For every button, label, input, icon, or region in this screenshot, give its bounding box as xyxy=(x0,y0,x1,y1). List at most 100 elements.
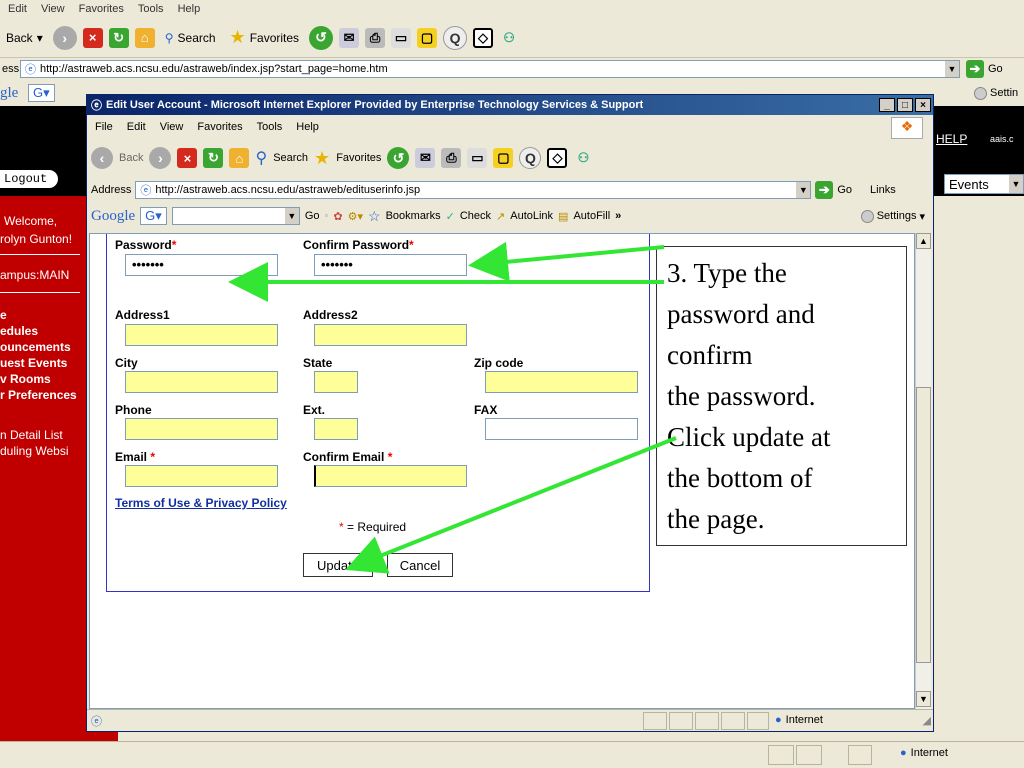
popup-menu-edit[interactable]: Edit xyxy=(127,121,146,133)
sidebar-item-user-preferences[interactable]: r Preferences xyxy=(0,388,77,402)
sidebar-item-scheduling-website[interactable]: duling Websi xyxy=(0,444,68,458)
fax-input[interactable] xyxy=(485,418,638,440)
outer-settings-button[interactable]: Settin xyxy=(974,86,1018,100)
address2-input[interactable] xyxy=(314,324,467,346)
terms-privacy-link[interactable]: Terms of Use & Privacy Policy xyxy=(115,496,287,510)
outer-menu-help[interactable]: Help xyxy=(178,3,201,15)
refresh-icon[interactable]: ↻ xyxy=(108,27,129,48)
help-link[interactable]: HELP xyxy=(936,132,967,146)
minimize-button[interactable]: _ xyxy=(879,98,895,112)
phone-input[interactable] xyxy=(125,418,278,440)
popup-search-icon[interactable]: ⚲ xyxy=(255,148,267,168)
folder-icon[interactable]: ▢ xyxy=(417,27,438,48)
popup-back-icon[interactable]: ‹ xyxy=(91,147,113,169)
resize-grip-icon[interactable]: ◢ xyxy=(923,714,931,727)
confirm-email-input[interactable] xyxy=(314,465,467,487)
page-scrollbar[interactable]: ▲ ▼ xyxy=(915,233,931,709)
email-input[interactable] xyxy=(125,465,278,487)
mail-icon[interactable]: ✉ xyxy=(339,27,360,48)
popup-links-label[interactable]: Links xyxy=(870,184,896,196)
outer-address-input[interactable]: ⓔ http://astraweb.acs.ncsu.edu/astraweb/… xyxy=(20,60,960,78)
cancel-button[interactable]: Cancel xyxy=(387,553,453,577)
popup-menu-tools[interactable]: Tools xyxy=(257,121,283,133)
home-icon[interactable]: ⌂ xyxy=(134,27,155,48)
popup-go-label[interactable]: Go xyxy=(837,184,852,196)
popup-people-icon[interactable]: ⚇ xyxy=(573,148,593,168)
messenger-icon[interactable]: Q xyxy=(443,25,468,50)
scroll-thumb[interactable] xyxy=(916,387,931,663)
popup-refresh-icon[interactable]: ↻ xyxy=(203,148,224,168)
sidebar-item-schedules[interactable]: edules xyxy=(0,324,38,338)
history-icon[interactable]: ↺ xyxy=(309,25,334,50)
popup-address-input[interactable]: ⓔ http://astraweb.acs.ncsu.edu/astraweb/… xyxy=(135,181,812,199)
outer-address-dropdown-icon[interactable]: ▼ xyxy=(945,61,959,77)
popup-folder-icon[interactable]: ▢ xyxy=(493,148,514,168)
password-input[interactable]: ••••••• xyxy=(125,254,278,276)
outer-google-g-icon[interactable]: G▾ xyxy=(28,84,55,102)
popup-research-icon[interactable]: ◇ xyxy=(547,148,568,168)
google-bookmarks-button[interactable]: Bookmarks xyxy=(386,210,441,222)
outer-go-icon[interactable]: ➔ xyxy=(966,60,984,78)
print-icon[interactable]: ⎙ xyxy=(365,27,386,48)
zip-code-input[interactable] xyxy=(485,371,638,393)
scroll-up-icon[interactable]: ▲ xyxy=(916,233,931,249)
outer-menu-view[interactable]: View xyxy=(41,3,65,15)
popup-messenger-icon[interactable]: Q xyxy=(519,147,542,169)
popup-search-label[interactable]: Search xyxy=(273,152,308,164)
google-check-button[interactable]: Check xyxy=(460,210,491,222)
outer-favorites-button[interactable]: ★ Favorites xyxy=(226,23,304,53)
popup-menu-file[interactable]: File xyxy=(95,121,113,133)
popup-blocker-icon[interactable]: ✿ xyxy=(333,210,342,223)
outer-go-label[interactable]: Go xyxy=(988,63,1003,75)
google-search-input[interactable]: ▼ xyxy=(171,207,300,225)
popup-favorites-label[interactable]: Favorites xyxy=(336,152,381,164)
address1-input[interactable] xyxy=(125,324,278,346)
more-chevron-icon[interactable]: » xyxy=(615,210,621,222)
sidebar-item-request-events[interactable]: uest Events xyxy=(0,356,67,370)
popup-home-icon[interactable]: ⌂ xyxy=(229,148,250,168)
logout-button[interactable]: Logout xyxy=(0,170,58,188)
popup-menu-view[interactable]: View xyxy=(160,121,184,133)
popup-mail-icon[interactable]: ✉ xyxy=(415,148,436,168)
popup-star-icon[interactable]: ★ xyxy=(314,148,330,169)
people-icon[interactable]: ⚇ xyxy=(499,28,519,48)
google-settings-button[interactable]: Settings ▾ xyxy=(860,209,925,223)
outer-menu-tools[interactable]: Tools xyxy=(138,3,164,15)
maximize-button[interactable]: □ xyxy=(897,98,913,112)
popup-menu-help[interactable]: Help xyxy=(296,121,319,133)
outer-search-button[interactable]: ⚲ Search xyxy=(161,23,220,53)
sidebar-item-detail-list[interactable]: n Detail List xyxy=(0,428,63,442)
confirm-password-input[interactable]: ••••••• xyxy=(314,254,467,276)
outer-menu-favorites[interactable]: Favorites xyxy=(79,3,124,15)
close-button[interactable]: × xyxy=(915,98,931,112)
popup-go-icon[interactable]: ➔ xyxy=(815,181,834,199)
ext-input[interactable] xyxy=(314,418,358,440)
outer-back-button[interactable]: Back ▾ xyxy=(2,23,47,53)
popup-forward-icon[interactable]: › xyxy=(149,147,172,169)
google-options-icon[interactable]: ⚙▾ xyxy=(348,210,363,223)
update-button[interactable]: Update xyxy=(303,553,373,577)
sidebar-item-view-rooms[interactable]: v Rooms xyxy=(0,372,51,386)
popup-google-g-icon[interactable]: G▾ xyxy=(140,207,167,225)
forward-icon[interactable]: › xyxy=(52,25,77,50)
popup-menu-favorites[interactable]: Favorites xyxy=(197,121,242,133)
sidebar-item-home[interactable]: e xyxy=(0,308,7,322)
google-autofill-button[interactable]: AutoFill xyxy=(573,210,610,222)
popup-edit-icon[interactable]: ▭ xyxy=(467,148,488,168)
research-icon[interactable]: ◇ xyxy=(473,27,494,48)
popup-address-dropdown-icon[interactable]: ▼ xyxy=(796,182,811,198)
edit-icon[interactable]: ▭ xyxy=(391,27,412,48)
google-go-button[interactable]: Go xyxy=(305,210,320,222)
popup-stop-icon[interactable]: × xyxy=(177,148,198,168)
google-autolink-button[interactable]: AutoLink xyxy=(510,210,553,222)
sidebar-item-announcements[interactable]: ouncements xyxy=(0,340,71,354)
stop-icon[interactable]: × xyxy=(82,27,103,48)
events-select[interactable]: Events ▼ xyxy=(944,174,1024,194)
popup-print-icon[interactable]: ⎙ xyxy=(441,148,462,168)
city-input[interactable] xyxy=(125,371,278,393)
state-input[interactable] xyxy=(314,371,358,393)
popup-back-label[interactable]: Back xyxy=(119,152,143,164)
popup-history-icon[interactable]: ↺ xyxy=(387,147,410,169)
scroll-down-icon[interactable]: ▼ xyxy=(916,691,931,707)
outer-menu-edit[interactable]: Edit xyxy=(8,3,27,15)
